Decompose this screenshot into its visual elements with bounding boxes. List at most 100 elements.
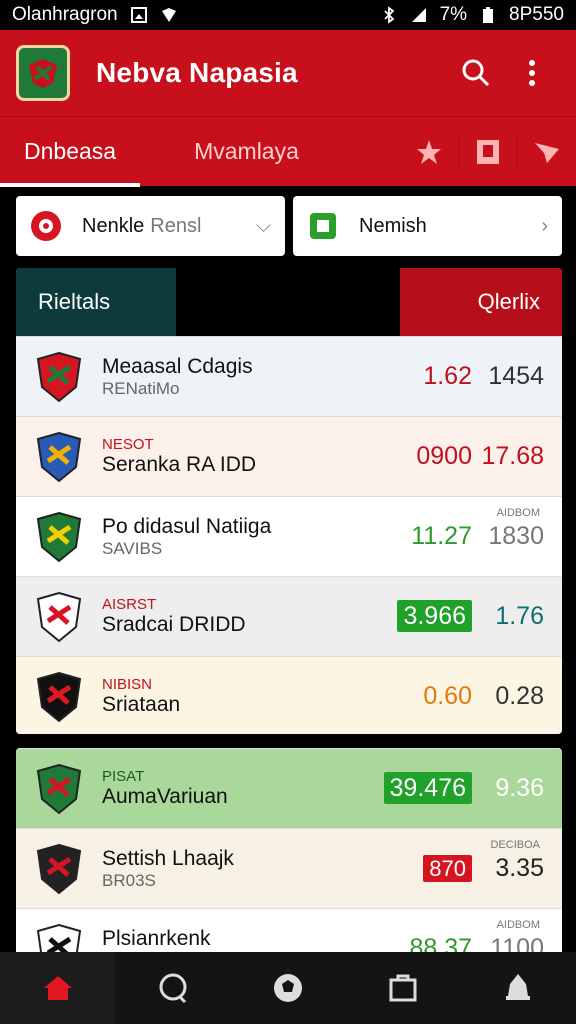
odd-home[interactable]: 870 [380, 854, 472, 883]
search-icon [462, 59, 490, 87]
odd-home[interactable]: 39.476 [380, 772, 472, 804]
odd-value: 1.76 [495, 602, 544, 630]
odds-group: 0900 17.68 [380, 442, 562, 471]
gallery-icon [130, 7, 147, 23]
league-dropdown[interactable]: Nenkle Rensl ⌵ [16, 196, 285, 256]
crest-icon [29, 59, 57, 88]
odd-value: 0.60 [423, 682, 472, 710]
odds-group: 39.476 9.36 [380, 772, 562, 804]
table-row[interactable]: NESOT Seranka RA IDD 0900 17.68 [16, 416, 562, 496]
odds-group: 870 3.35 [380, 854, 562, 883]
nav-chat[interactable] [115, 952, 230, 1024]
odds-group: 88.37 1100 [380, 934, 562, 952]
app-bar: Nebva Napasia [0, 30, 576, 116]
odd-home[interactable]: 88.37 [380, 934, 472, 952]
odd-value: 9.36 [495, 774, 544, 802]
row-text: AISRST Sradcai DRIDD [102, 596, 380, 637]
table-row[interactable]: PlsianrkenkS6029 AIDBOM 88.37 1100 [16, 908, 562, 952]
row-caption: DECIBOA [490, 839, 540, 851]
nav-ball[interactable] [230, 952, 345, 1024]
carrier-name: Olanhragron [12, 4, 118, 25]
odd-home[interactable]: 0.60 [380, 682, 472, 711]
app-title: Nebva Napasia [96, 57, 298, 88]
ticket-icon [477, 139, 499, 164]
row-text: NIBISN Sriataan [102, 676, 380, 717]
odd-home[interactable]: 1.62 [380, 362, 472, 391]
odd-value: 88.37 [409, 934, 472, 952]
table-header: Rieltals Qlerlix [16, 268, 562, 336]
odd-away[interactable]: 3.35 [472, 854, 562, 883]
team-name: Sriataan [102, 693, 181, 716]
odd-away[interactable]: 9.36 [472, 774, 562, 803]
table-row[interactable]: AISRST Sradcai DRIDD 3.966 1.76 [16, 576, 562, 656]
odd-value: 1454 [488, 362, 544, 390]
team-name: AumaVariuan [102, 785, 228, 808]
row-subtitle: SAVIBS [102, 538, 163, 558]
chat-icon [159, 973, 187, 1004]
row-subtitle: BR03S [102, 870, 156, 890]
row-text: Settish Lhaajk BR03S [102, 847, 380, 891]
tab-label: Mvamlaya [194, 138, 299, 164]
odd-value: 3.966 [397, 600, 472, 632]
odd-away[interactable]: 1.76 [472, 602, 562, 631]
table-row[interactable]: PISAT AumaVariuan 39.476 9.36 [16, 748, 562, 828]
row-subtitle: RENatiMo [102, 378, 180, 398]
star-tab-button[interactable] [400, 117, 458, 187]
clock: 8P550 [509, 4, 564, 25]
header-left: Rieltals [16, 268, 176, 336]
team-crest [36, 923, 82, 952]
star-icon [417, 139, 441, 164]
market-icon [310, 213, 336, 239]
table-body: Meaasal Cdagis RENatiMo 1.62 1454 NESOT Seran… [16, 336, 562, 734]
odd-away[interactable]: 1454 [472, 362, 562, 391]
row-text: Po didasul Natiiga SAVIBS [102, 515, 380, 559]
team-crest [36, 591, 82, 643]
battery-icon [483, 7, 494, 23]
nav-bag[interactable] [346, 952, 461, 1024]
team-crest [36, 511, 82, 563]
odd-away[interactable]: 1100 [472, 934, 562, 952]
team-crest [36, 671, 82, 723]
chevron-right-icon: › [541, 214, 548, 237]
odds-group: 11.27 1830 [380, 522, 562, 551]
row-tag: NESOT [102, 436, 154, 453]
odd-value: 39.476 [383, 772, 472, 804]
market-selector[interactable]: Nemish › [293, 196, 562, 256]
odds-group: 3.966 1.76 [380, 600, 562, 632]
nav-home[interactable] [0, 952, 116, 1024]
ticket-tab-button[interactable] [459, 117, 517, 187]
team-name: Plsianrkenk [102, 926, 211, 950]
odd-home[interactable]: 0900 [380, 442, 472, 471]
nav-bell[interactable] [461, 952, 576, 1024]
odd-away[interactable]: 17.68 [472, 442, 562, 471]
table-row[interactable]: Settish Lhaajk BR03S DECIBOA 870 3.35 [16, 828, 562, 908]
table-row[interactable]: Meaasal Cdagis RENatiMo 1.62 1454 [16, 336, 562, 416]
tab-dnbeasa[interactable]: Dnbeasa [0, 117, 141, 187]
more-button[interactable] [504, 45, 560, 101]
row-text: PISAT AumaVariuan [102, 768, 380, 809]
tab-mvamlaya[interactable]: Mvamlaya [170, 117, 323, 187]
filter-row: Nenkle Rensl ⌵ Nemish › [16, 196, 562, 256]
odd-home[interactable]: 3.966 [380, 600, 472, 632]
team-name: Settish Lhaajk [102, 846, 234, 870]
table-row[interactable]: Po didasul Natiiga SAVIBS AIDBOM 11.27 1830 [16, 496, 562, 576]
odd-value: 1100 [490, 934, 544, 952]
app-logo[interactable] [16, 45, 70, 101]
odd-away[interactable]: 0.28 [472, 682, 562, 711]
odd-home[interactable]: 11.27 [380, 522, 472, 551]
send-tab-button[interactable] [518, 117, 576, 187]
tab-label: Dnbeasa [24, 138, 117, 164]
team-name: Po didasul Natiiga [102, 514, 272, 538]
odd-away[interactable]: 1830 [472, 522, 562, 551]
header-right: Qlerlix [400, 268, 562, 336]
shield-icon [161, 8, 176, 22]
search-button[interactable] [448, 45, 504, 101]
table-row[interactable]: NIBISN Sriataan 0.60 0.28 [16, 656, 562, 734]
status-bar: Olanhragron 7% 8P550 [0, 0, 576, 30]
odd-value: 0.28 [495, 682, 544, 710]
team-crest [36, 431, 82, 483]
signal-icon [411, 8, 426, 22]
team-name: Seranka RA IDD [102, 453, 257, 476]
bell-icon [506, 974, 531, 1000]
send-icon [535, 142, 559, 163]
